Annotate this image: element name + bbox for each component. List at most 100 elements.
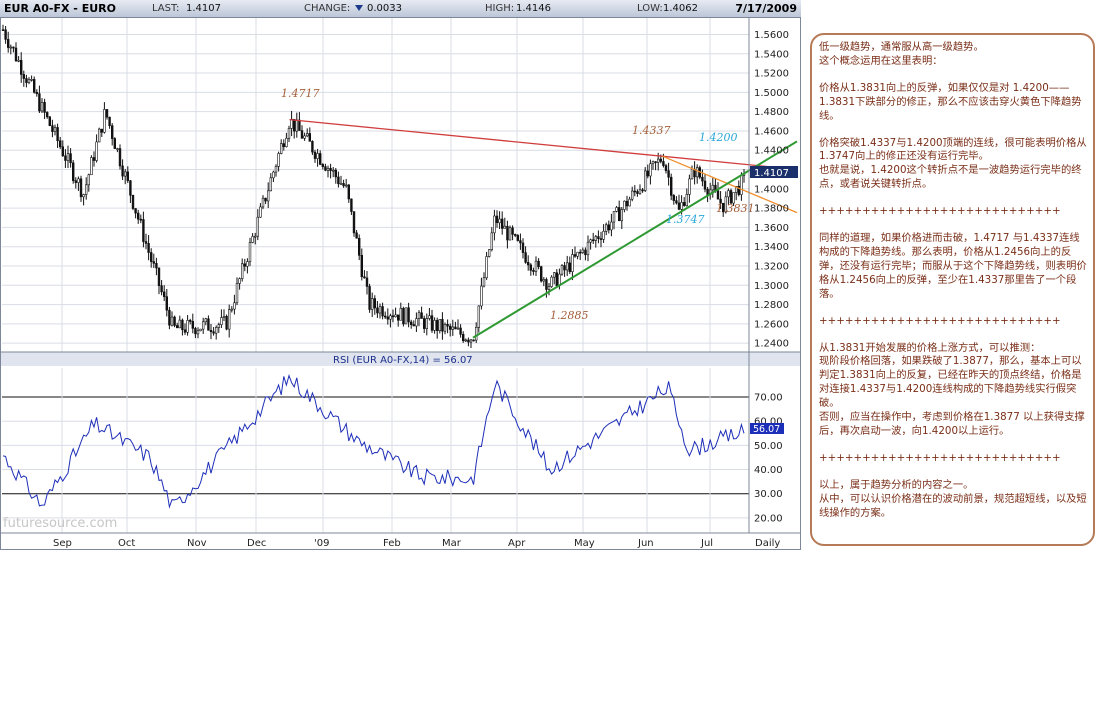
price-tick-label: 1.2600 <box>754 319 789 330</box>
price-panel: 1.4717 1.4337 1.4200 1.3747 1.3831 1.288… <box>0 17 801 352</box>
rsi-line <box>2 373 745 509</box>
note-line: 否则，应当在操作中，考虑到价格在1.3877 以上获得支撑后，再次启动一波，向1… <box>819 411 1085 437</box>
time-tick-label: Jul <box>700 538 713 549</box>
time-tick-label: '09 <box>314 538 329 549</box>
chart-canvas: 1.4717 1.4337 1.4200 1.3747 1.3831 1.288… <box>0 17 801 550</box>
note-line: 从中，可以认识价格潜在的波动前景，规范超短线，以及短线操作的方案。 <box>819 492 1087 519</box>
note-spacer <box>819 439 1087 452</box>
note-line: 以上，属于趋势分析的内容之一。 <box>819 478 974 491</box>
candle <box>98 127 101 143</box>
price-panel-background <box>0 17 801 352</box>
rsi-axis: 20.0030.0040.0050.0060.0070.00 <box>754 393 783 525</box>
price-tick-label: 1.4400 <box>754 146 789 157</box>
time-tick-label: Dec <box>247 538 266 549</box>
rsi-panel: RSI (EUR A0-FX,14) = 56.07 20.00 30.00 40.… <box>0 352 801 533</box>
rsi-tick-label: 50.00 <box>754 441 783 452</box>
candle <box>113 137 117 149</box>
price-tick-label: 1.5600 <box>754 30 789 41</box>
time-tick-label: Nov <box>187 538 207 549</box>
note-line: 从1.3831开始发展的价格上涨方式，可以推测： <box>819 341 1041 354</box>
low-label: LOW: <box>637 3 663 14</box>
price-axis: 1.2400 1.2600 1.2800 1.3000 1.3200 1.3400 1.36… <box>754 30 789 350</box>
note-line: 也就是说，1.4200这个转折点不是一波趋势运行完毕的终点，或者说关键转折点。 <box>819 164 1082 191</box>
last-label: LAST: <box>152 3 180 14</box>
annotation-1-4717: 1.4717 <box>281 87 320 100</box>
candle <box>48 116 52 127</box>
price-tick-label: 1.5000 <box>754 88 789 99</box>
change-label: CHANGE: <box>304 3 351 14</box>
annotation-1-3747: 1.3747 <box>666 213 705 226</box>
low-value: 1.4062 <box>663 3 698 14</box>
price-tick-label: 1.4000 <box>754 184 789 195</box>
candle <box>508 225 512 241</box>
last-price-box-label: 1.4107 <box>754 168 789 179</box>
note-line: 现阶段价格回落，如果跌破了1.3877，那么，基本上可以判定1.3831向上的反… <box>819 355 1082 410</box>
rsi-tick-label: 40.00 <box>754 465 783 476</box>
rsi-tick-label: 20.00 <box>754 513 783 524</box>
high-label: HIGH: <box>485 3 515 14</box>
time-tick-label: Apr <box>508 538 526 549</box>
candle <box>516 234 520 242</box>
annotation-1-4337: 1.4337 <box>632 124 671 137</box>
candle <box>173 315 176 328</box>
note-line: 这个概念运用在这里表明： <box>819 54 943 67</box>
candle <box>643 167 647 193</box>
price-tick-label: 1.3400 <box>754 242 789 253</box>
rsi-grid <box>2 368 749 533</box>
note-line: 价格从1.3831向上的反弹，如果仅仅是对 1.4200——1.3831下跌部分… <box>819 81 1082 122</box>
note-separator: ++++++++++++++++++++++++++++ <box>819 451 1061 464</box>
time-tick-label: Feb <box>383 538 401 549</box>
candle <box>368 283 371 313</box>
price-tick-label: 1.3600 <box>754 223 789 234</box>
note-spacer <box>819 124 1087 137</box>
time-tick-label: May <box>574 538 595 549</box>
time-tick-label: Sep <box>53 538 72 549</box>
candle <box>225 314 228 331</box>
candle <box>72 159 75 184</box>
time-axis: Sep Oct Nov Dec '09 Feb Mar Apr May Jun Jul Daily <box>53 538 780 549</box>
note-separator: ++++++++++++++++++++++++++++ <box>819 314 1061 327</box>
rsi-tick-label: 30.00 <box>754 489 783 500</box>
candle <box>402 306 405 327</box>
note-spacer <box>819 69 1087 82</box>
price-tick-label: 1.3200 <box>754 262 789 273</box>
candle <box>472 339 475 342</box>
note-line: 价格突破1.4337与1.4200顶端的连线，很可能表明价格从1.3747向上的… <box>819 136 1087 163</box>
note-separator: ++++++++++++++++++++++++++++ <box>819 205 1061 218</box>
annotation-1-4200: 1.4200 <box>699 131 738 144</box>
note-spacer <box>819 466 1087 479</box>
symbol-title: EUR A0-FX - EURO <box>4 2 116 15</box>
time-tick-label: Oct <box>118 538 135 549</box>
candle <box>131 194 135 211</box>
analysis-notes-panel: 低一级趋势，通常服从高一级趋势。 这个概念运用在这里表明： 价格从1.3831向上的… <box>810 33 1095 546</box>
time-tick-label: Daily <box>755 538 780 549</box>
high-value: 1.4146 <box>516 3 551 14</box>
price-tick-label: 1.3000 <box>754 281 789 292</box>
price-tick-label: 1.5200 <box>754 69 789 80</box>
last-value: 1.4107 <box>186 3 221 14</box>
candle <box>90 155 93 176</box>
price-tick-label: 1.5400 <box>754 49 789 60</box>
candle <box>404 307 408 325</box>
note-spacer <box>819 219 1087 232</box>
note-line: 同样的道理，如果价格进而击破，1.4717 与1.4337连线构成的下降趋势线。… <box>819 232 1087 300</box>
candle <box>560 264 564 276</box>
price-tick-label: 1.4600 <box>754 126 789 137</box>
change-down-icon <box>353 3 366 14</box>
rsi-tick-label: 70.00 <box>754 393 783 404</box>
watermark: futuresource.com <box>3 516 117 531</box>
change-value: 0.0033 <box>367 3 402 14</box>
price-tick-label: 1.2800 <box>754 300 789 311</box>
price-tick-label: 1.2400 <box>754 339 789 350</box>
note-spacer <box>819 192 1087 205</box>
time-tick-label: Jun <box>637 538 654 549</box>
candle <box>352 211 356 237</box>
price-tick-label: 1.3800 <box>754 204 789 215</box>
note-line: 低一级趋势，通常服从高一级趋势。 <box>819 41 984 53</box>
candle <box>539 265 543 283</box>
rsi-title: RSI (EUR A0-FX,14) = 56.07 <box>333 355 473 366</box>
price-tick-label: 1.4800 <box>754 107 789 118</box>
quote-header: EUR A0-FX - EURO LAST: 1.4107 CHANGE: 0.… <box>0 0 801 18</box>
note-spacer <box>819 302 1087 315</box>
candle <box>550 275 553 288</box>
